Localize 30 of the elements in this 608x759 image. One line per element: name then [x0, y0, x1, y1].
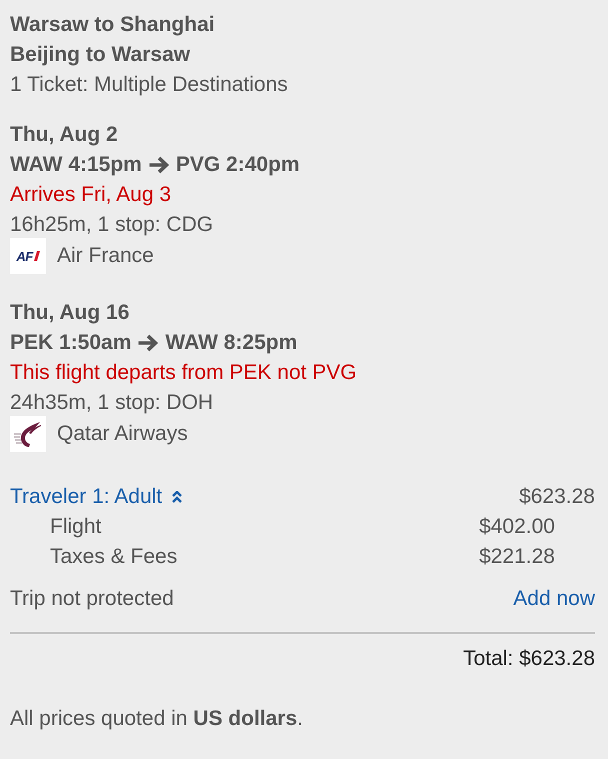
protection-status: Trip not protected [10, 586, 174, 612]
price-label: Taxes & Fees [50, 544, 178, 570]
logo-text: AF [16, 250, 33, 262]
arrow-right-icon [137, 334, 160, 352]
price-amount: $221.28 [479, 544, 555, 570]
airline-name: Qatar Airways [57, 421, 188, 447]
flight-date: Thu, Aug 16 [10, 300, 130, 326]
total-price: Total: $623.28 [463, 646, 595, 672]
flight-date: Thu, Aug 2 [10, 122, 119, 148]
price-label: Flight [50, 514, 102, 540]
flight-duration: 16h25m, 1 stop: CDG [10, 212, 214, 238]
arrival: WAW 8:25pm [165, 330, 298, 356]
ticket-type: 1 Ticket: Multiple Destinations [10, 72, 289, 98]
slash-icon [34, 251, 40, 261]
route-title: Beijing to Warsaw [10, 42, 192, 68]
logo-icon [10, 416, 46, 452]
add-protection-link[interactable]: Add now [513, 584, 595, 614]
departure: PEK 1:50am [10, 330, 132, 356]
flight-notice: Arrives Fri, Aug 3 [10, 182, 172, 208]
departure: WAW 4:15pm [10, 152, 142, 178]
traveler-toggle[interactable]: Traveler 1: Adult [10, 482, 182, 512]
price-amount: $402.00 [479, 514, 555, 540]
arrow-right-icon [148, 156, 170, 174]
flight-notice: This flight departs from PEK not PVG [10, 360, 358, 386]
flight-duration: 24h35m, 1 stop: DOH [10, 390, 214, 416]
currency-note: All prices quoted in US dollars. [10, 706, 304, 732]
route-title: Warsaw to Shanghai [10, 12, 216, 38]
traveler-price: $623.28 [519, 484, 595, 510]
airline-name: Air France [57, 243, 154, 269]
arrival: PVG 2:40pm [176, 152, 300, 178]
